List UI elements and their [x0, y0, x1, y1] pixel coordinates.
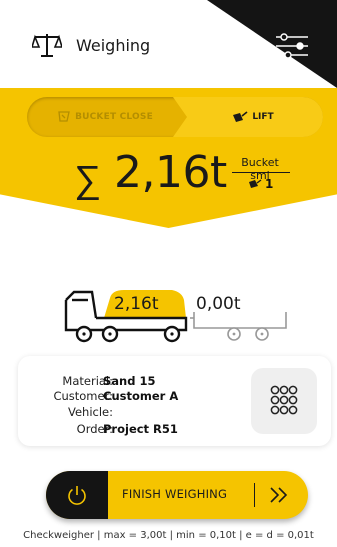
bucket-count-value: 1: [265, 177, 274, 191]
header: Weighing: [0, 0, 337, 88]
total-weight: 2,16t: [114, 147, 227, 198]
bucket-close-icon: [58, 111, 70, 122]
double-chevron-right-icon[interactable]: [264, 482, 294, 508]
info-row-order: Order: Project R51: [18, 422, 248, 436]
finish-weighing-label: FINISH WEIGHING: [122, 487, 228, 501]
finish-divider: [254, 483, 255, 507]
keypad-button[interactable]: [251, 368, 317, 434]
order-info-card: Material: Sand 15 Customer: Customer A V…: [18, 356, 331, 446]
truck-weight: 2,16t: [114, 294, 159, 314]
mode-toggle[interactable]: BUCKET CLOSE LIFT: [27, 97, 323, 137]
bucket-icon: [249, 179, 262, 188]
info-row-material: Material: Sand 15: [18, 374, 248, 388]
scale-icon: [32, 34, 62, 57]
info-key: Vehicle:: [67, 405, 113, 419]
info-value: Sand 15: [103, 374, 156, 388]
sigma-symbol: ∑: [74, 157, 102, 201]
info-row-customer: Customer: Customer A: [18, 389, 248, 403]
bucket-count: 1: [248, 177, 273, 191]
power-icon: [68, 486, 86, 505]
bucket-divider: [232, 172, 290, 173]
power-button[interactable]: [46, 471, 108, 519]
info-row-vehicle: Vehicle:: [18, 405, 248, 419]
mode-lift-label: LIFT: [252, 112, 274, 122]
info-value: Project R51: [103, 422, 178, 436]
sliders-icon[interactable]: [270, 28, 314, 64]
trailer-weight: 0,00t: [196, 294, 241, 314]
finish-weighing-button[interactable]: FINISH WEIGHING: [46, 471, 308, 519]
mode-bucket-close[interactable]: BUCKET CLOSE: [27, 97, 183, 137]
page-title: Weighing: [76, 36, 151, 55]
keypad-icon: [270, 385, 298, 415]
lift-bucket-icon: [233, 111, 248, 122]
mode-bucket-close-label: BUCKET CLOSE: [75, 112, 153, 122]
mode-lift[interactable]: LIFT: [173, 97, 323, 137]
info-value: Customer A: [103, 389, 179, 403]
checkweigher-info: Checkweigher | max = 3,00t | min = 0,10t…: [23, 530, 314, 541]
